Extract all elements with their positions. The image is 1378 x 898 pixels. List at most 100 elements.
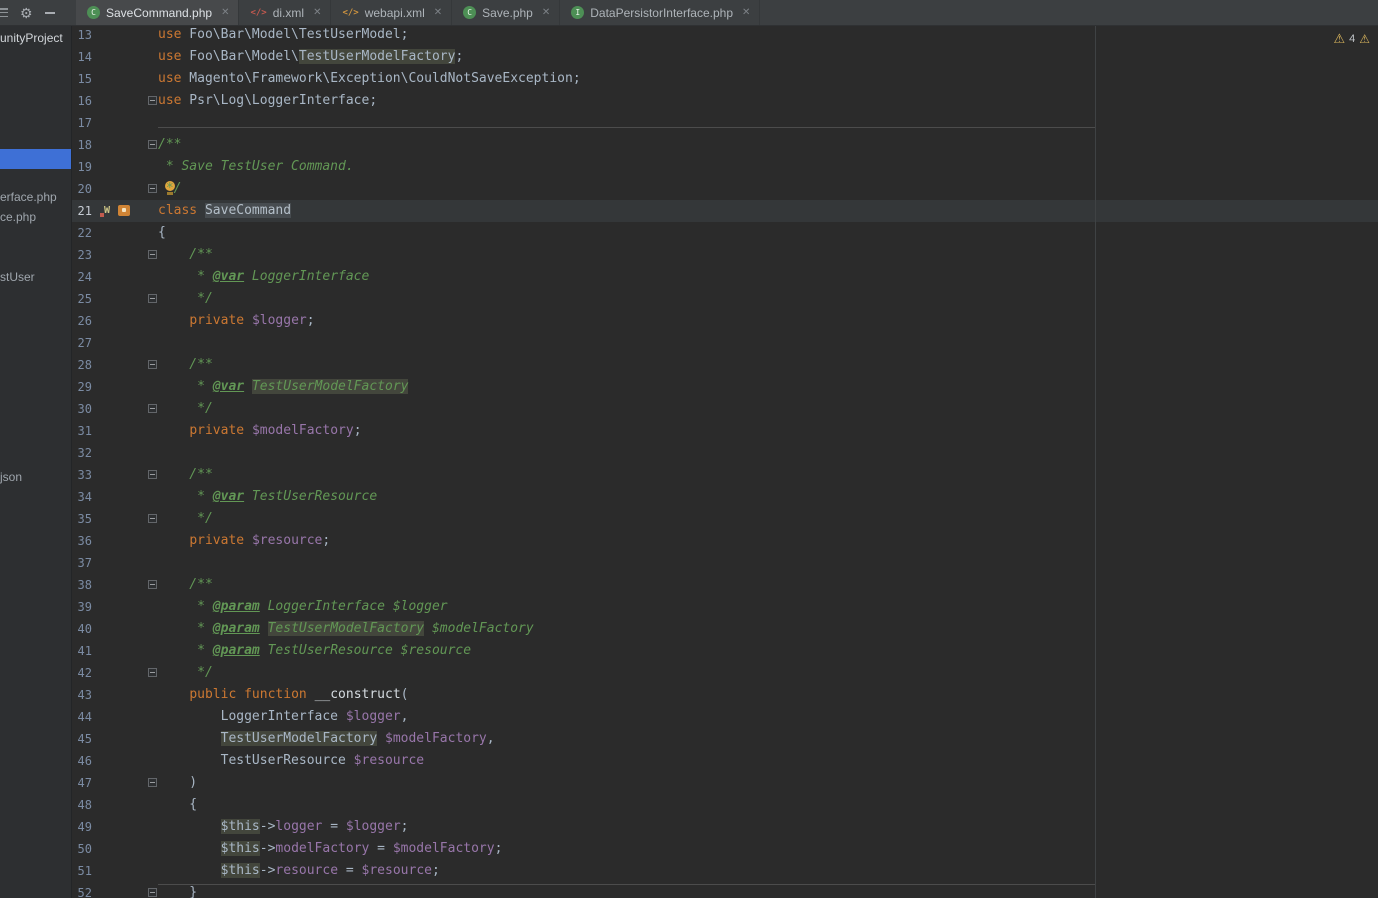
line-number: 38 [72, 574, 92, 596]
fold-marker-icon[interactable] [148, 470, 157, 479]
code-text: /** [158, 354, 213, 376]
code-line-24: 24 * @var LoggerInterface [72, 266, 1378, 288]
code-line-19: 19 * Save TestUser Command. [72, 156, 1378, 178]
fold-marker-icon[interactable] [148, 184, 157, 193]
code-text: $this->logger = $logger; [158, 816, 409, 838]
fold-marker-icon[interactable] [148, 778, 157, 787]
tab-strip: C SaveCommand.php ✕ </> di.xml ✕ </> web… [76, 0, 760, 25]
line-number: 20 [72, 178, 92, 200]
line-number: 41 [72, 640, 92, 662]
fold-marker-icon[interactable] [148, 580, 157, 589]
tab-webapi-xml[interactable]: </> webapi.xml ✕ [331, 0, 452, 25]
menu-icon[interactable] [0, 8, 8, 17]
code-line-43: 43 public function __construct( [72, 684, 1378, 706]
fold-marker-icon[interactable] [148, 140, 157, 149]
code-line-17: 17 [72, 112, 1378, 134]
gutter-icons: W [100, 204, 130, 217]
code-text: use Magento\Framework\Exception\CouldNot… [158, 68, 581, 90]
code-text: public function __construct( [158, 684, 408, 706]
line-number: 25 [72, 288, 92, 310]
code-line-31: 31 private $modelFactory; [72, 420, 1378, 442]
php-class-icon: C [87, 6, 100, 19]
fold-marker-icon[interactable] [148, 96, 157, 105]
line-number: 21 [72, 200, 92, 222]
code-text: private $logger; [158, 310, 315, 332]
weak-warning-icon: ⚠ [1359, 33, 1370, 45]
tab-label: di.xml [273, 6, 304, 20]
line-number: 32 [72, 442, 92, 464]
code-text: * Save TestUser Command. [158, 156, 354, 178]
project-sidebar: unityProject erface.php ce.php stUser js… [0, 26, 72, 898]
code-text: LoggerInterface $logger, [158, 706, 408, 728]
php-interface-icon: I [571, 6, 584, 19]
line-number: 13 [72, 24, 92, 46]
line-number: 14 [72, 46, 92, 68]
close-icon[interactable]: ✕ [542, 7, 550, 18]
code-line-38: 38 /** [72, 574, 1378, 596]
code-text: class SaveCommand [158, 200, 291, 222]
fold-marker-icon[interactable] [148, 668, 157, 677]
line-number: 52 [72, 882, 92, 898]
selected-tree-item[interactable] [0, 149, 71, 169]
line-number: 30 [72, 398, 92, 420]
code-text: use Foo\Bar\Model\TestUserModel; [158, 24, 408, 46]
project-root-item[interactable]: unityProject [0, 30, 63, 46]
code-line-34: 34 * @var TestUserResource [72, 486, 1378, 508]
line-number: 39 [72, 596, 92, 618]
tree-item-file[interactable]: ce.php [0, 209, 36, 225]
code-line-33: 33 /** [72, 464, 1378, 486]
fold-marker-icon[interactable] [148, 888, 157, 897]
tab-label: Save.php [482, 6, 533, 20]
close-icon[interactable]: ✕ [434, 7, 442, 18]
tree-item-file[interactable]: json [0, 469, 22, 485]
fold-marker-icon[interactable] [148, 294, 157, 303]
line-number: 50 [72, 838, 92, 860]
fold-marker-icon[interactable] [148, 514, 157, 523]
gear-icon[interactable]: ⚙ [20, 6, 33, 20]
code-line-48: 48 { [72, 794, 1378, 816]
fold-marker-icon[interactable] [148, 404, 157, 413]
fold-marker-icon[interactable] [148, 250, 157, 259]
code-editor[interactable]: 13 use Foo\Bar\Model\TestUserModel; 14 use … [72, 26, 1378, 898]
code-line-50: 50 $this->modelFactory = $modelFactory; [72, 838, 1378, 860]
code-text: private $modelFactory; [158, 420, 362, 442]
close-icon[interactable]: ✕ [313, 7, 321, 18]
line-number: 22 [72, 222, 92, 244]
tab-save-php[interactable]: C Save.php ✕ [452, 0, 560, 25]
code-text: use Psr\Log\LoggerInterface; [158, 90, 377, 112]
tab-di-xml[interactable]: </> di.xml ✕ [239, 0, 331, 25]
code-text: $this->resource = $resource; [158, 860, 440, 882]
inspections-widget[interactable]: ⚠ 4 ⚠ [1333, 32, 1370, 45]
code-text: use Foo\Bar\Model\TestUserModelFactory; [158, 46, 463, 68]
code-text: * @param LoggerInterface $logger [158, 596, 448, 618]
fold-marker-icon[interactable] [148, 360, 157, 369]
code-line-21: 21 Wclass SaveCommand [72, 200, 1378, 222]
code-text: { [158, 794, 197, 816]
code-line-37: 37 [72, 552, 1378, 574]
line-number: 44 [72, 706, 92, 728]
code-line-42: 42 */ [72, 662, 1378, 684]
code-line-32: 32 [72, 442, 1378, 464]
line-number: 35 [72, 508, 92, 530]
toolbar-icons: ⚙ [0, 0, 76, 25]
code-line-45: 45 TestUserModelFactory $modelFactory, [72, 728, 1378, 750]
tab-savecommand-php[interactable]: C SaveCommand.php ✕ [76, 0, 239, 25]
close-icon[interactable]: ✕ [221, 7, 229, 18]
code-line-49: 49 $this->logger = $logger; [72, 816, 1378, 838]
override-marker-icon[interactable]: W [100, 204, 114, 217]
tree-item-file[interactable]: erface.php [0, 189, 57, 205]
code-text: $this->modelFactory = $modelFactory; [158, 838, 502, 860]
line-number: 51 [72, 860, 92, 882]
line-number: 36 [72, 530, 92, 552]
line-number: 19 [72, 156, 92, 178]
code-line-28: 28 /** [72, 354, 1378, 376]
code-line-22: 22{ [72, 222, 1378, 244]
tab-datapersistorinterface-php[interactable]: I DataPersistorInterface.php ✕ [560, 0, 760, 25]
implement-marker-icon[interactable] [118, 205, 130, 216]
code-text: TestUserModelFactory $modelFactory, [158, 728, 495, 750]
code-line-29: 29 * @var TestUserModelFactory [72, 376, 1378, 398]
minimize-icon[interactable] [45, 12, 55, 14]
tree-item-folder[interactable]: stUser [0, 269, 35, 285]
code-text: TestUserResource $resource [158, 750, 424, 772]
close-icon[interactable]: ✕ [742, 7, 750, 18]
